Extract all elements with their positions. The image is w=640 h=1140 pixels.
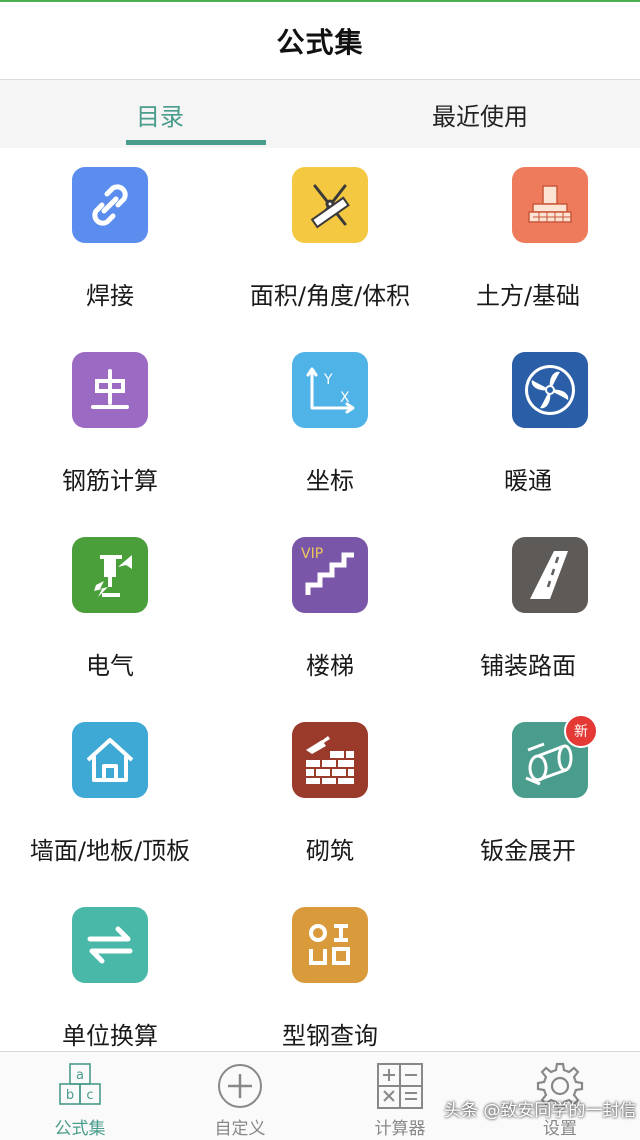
category-label: 钢筋计算: [62, 467, 158, 495]
category-welding[interactable]: 焊接: [0, 150, 220, 335]
category-label: 暖通: [504, 467, 552, 495]
category-area-angle-volume[interactable]: 面积/角度/体积: [220, 150, 440, 335]
svg-text:X: X: [340, 390, 350, 406]
category-label: 电气: [86, 652, 134, 680]
category-coordinates[interactable]: Y X 坐标: [220, 335, 440, 520]
house-icon: [72, 722, 148, 798]
category-earthwork-foundation[interactable]: 土方/基础: [440, 150, 640, 335]
abc-blocks-icon: a b c: [59, 1063, 101, 1105]
app-header: 公式集: [0, 2, 640, 80]
tab-recent[interactable]: 最近使用: [320, 80, 640, 148]
category-hvac[interactable]: 暖通: [440, 335, 640, 520]
electric-plug-icon: [72, 537, 148, 613]
category-label: 土方/基础: [475, 282, 581, 310]
svg-text:Y: Y: [323, 372, 333, 388]
watermark-text: 头条 @致安同学的一封信: [444, 1101, 637, 1121]
svg-text:c: c: [86, 1088, 93, 1103]
fan-icon: [512, 352, 588, 428]
category-electrical[interactable]: 电气: [0, 520, 220, 705]
category-paving[interactable]: 铺装路面: [440, 520, 640, 705]
svg-text:a: a: [76, 1068, 84, 1083]
category-label: 砌筑: [306, 837, 354, 865]
tab-bar: 目录 最近使用: [0, 80, 640, 148]
xy-axis-icon: Y X: [292, 352, 368, 428]
category-steel-profile-lookup[interactable]: 型钢查询: [220, 890, 440, 1075]
category-label: 墙面/地板/顶板: [29, 837, 191, 865]
category-label: 楼梯: [306, 652, 354, 680]
category-rebar-calc[interactable]: 钢筋计算: [0, 335, 220, 520]
chain-link-icon: [72, 167, 148, 243]
page-title: 公式集: [276, 25, 364, 59]
new-badge: 新: [564, 714, 598, 748]
stairs-icon: VIP: [292, 537, 368, 613]
category-label: 型钢查询: [282, 1022, 378, 1050]
category-label: 铺装路面: [480, 652, 576, 680]
calculator-icon: [377, 1063, 423, 1109]
formula-category-grid: 焊接 面积/角度/体积 土方/基础 钢筋计算 Y X 坐标 暖通 电气 VIP …: [0, 150, 640, 1050]
plus-circle-icon: [218, 1064, 262, 1108]
category-unit-conversion[interactable]: 单位换算: [0, 890, 220, 1075]
sheet-metal-icon: 新: [512, 714, 598, 798]
category-label: 单位换算: [62, 1022, 158, 1050]
category-label: 坐标: [306, 467, 354, 495]
category-label: 面积/角度/体积: [249, 282, 411, 310]
tab-active-indicator: [126, 140, 266, 145]
foundation-icon: [512, 167, 588, 243]
tab-catalog[interactable]: 目录: [0, 80, 320, 148]
category-masonry[interactable]: 砌筑: [220, 705, 440, 890]
rebar-symbol-icon: [72, 352, 148, 428]
tab-catalog-label: 目录: [136, 102, 184, 131]
category-stairs[interactable]: VIP 楼梯: [220, 520, 440, 705]
brick-wall-icon: [292, 722, 368, 798]
nav-custom[interactable]: 自定义: [160, 1052, 320, 1140]
category-label: 钣金展开: [480, 837, 576, 865]
svg-text:VIP: VIP: [301, 546, 323, 562]
swap-arrows-icon: [72, 907, 148, 983]
nav-label: 公式集: [54, 1119, 106, 1139]
category-label: 焊接: [86, 282, 134, 310]
ruler-compass-icon: [292, 167, 368, 243]
category-wall-floor-ceiling[interactable]: 墙面/地板/顶板: [0, 705, 220, 890]
category-sheet-metal-unfold[interactable]: 新 钣金展开: [440, 705, 640, 890]
road-icon: [512, 537, 588, 613]
nav-label: 自定义: [214, 1119, 266, 1139]
tab-recent-label: 最近使用: [432, 102, 528, 131]
nav-formula-set[interactable]: a b c 公式集: [0, 1052, 160, 1140]
steel-profile-icon: [292, 907, 368, 983]
svg-text:b: b: [66, 1088, 74, 1103]
